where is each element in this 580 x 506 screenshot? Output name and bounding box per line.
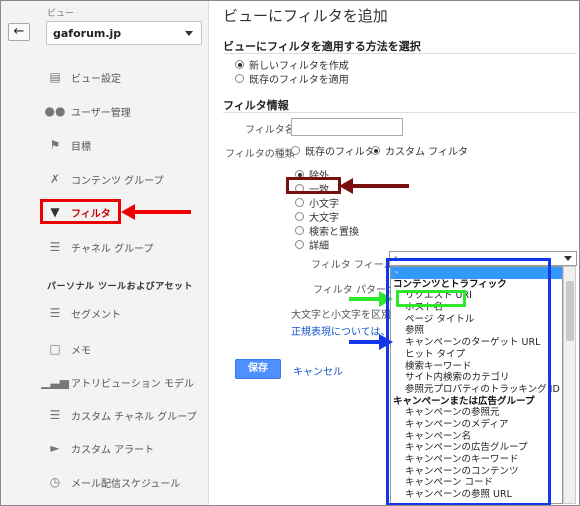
- divider: [223, 112, 577, 113]
- radio-label: 小文字: [309, 199, 339, 210]
- back-arrow-icon: ←: [13, 24, 25, 39]
- filter-info-heading: フィルタ情報: [223, 99, 289, 112]
- segment-icon: ☰: [49, 306, 61, 320]
- dropdown-scrollbar[interactable]: [563, 266, 576, 504]
- sidebar-item-annotations[interactable]: □ メモ: [47, 338, 91, 360]
- channel-icon: ☰: [49, 408, 61, 422]
- sidebar-item-label: ビュー設定: [71, 73, 121, 85]
- sidebar-item-label: チャネル グループ: [71, 243, 154, 255]
- scrollbar-thumb[interactable]: [566, 281, 574, 341]
- flag-icon: ⚑: [49, 138, 61, 152]
- back-button[interactable]: ←: [8, 23, 30, 41]
- filter-name-input[interactable]: [291, 118, 403, 136]
- annotation-filter-box: [40, 199, 121, 224]
- users-icon: ●●: [44, 104, 66, 118]
- sidebar-item-label: ユーザー管理: [71, 107, 131, 119]
- sidebar-item-label: 目標: [71, 141, 91, 153]
- bar-chart-icon: ▁▃▅: [41, 375, 69, 389]
- annotation-red-arrow: [121, 204, 191, 220]
- document-icon: ▤: [49, 70, 61, 84]
- view-selector[interactable]: gaforum.jp: [46, 21, 202, 45]
- cancel-link[interactable]: キャンセル: [293, 363, 343, 378]
- clock-icon: ◷: [49, 475, 61, 489]
- sidebar-item-scheduled-emails[interactable]: ◷ メール配信スケジュール: [47, 471, 181, 493]
- radio-label: カスタム フィルタ: [385, 147, 468, 158]
- sidebar-item-label: コンテンツ グループ: [71, 175, 164, 187]
- page-title: ビューにフィルタを追加: [223, 7, 388, 25]
- radio-label: 詳細: [309, 241, 329, 252]
- radio-button[interactable]: [295, 226, 304, 235]
- channel-icon: ☰: [49, 240, 61, 254]
- filter-name-label: フィルタ名: [245, 125, 295, 136]
- radio-button[interactable]: [235, 60, 244, 69]
- radio-button[interactable]: [371, 146, 380, 155]
- annotation-include-box: [286, 177, 341, 194]
- radio-button[interactable]: [295, 198, 304, 207]
- radio-label: 既存のフィルタを適用: [249, 75, 349, 86]
- radio-button[interactable]: [291, 146, 300, 155]
- radio-label: 新しいフィルタを作成: [249, 61, 349, 72]
- sidebar-item-content-grouping[interactable]: ✗ コンテンツ グループ: [47, 168, 164, 190]
- sidebar-item-label: セグメント: [71, 309, 121, 321]
- radio-predefined-filter[interactable]: 既存のフィルタ: [291, 143, 375, 158]
- radio-uppercase[interactable]: 大文字: [295, 209, 339, 224]
- personal-tools-heading: パーソナル ツールおよびアセット: [47, 282, 193, 292]
- annotation-request-uri-box: [396, 290, 466, 307]
- filter-type-label: フィルタの種類: [225, 149, 295, 160]
- sidebar-item-custom-alerts[interactable]: ► カスタム アラート: [47, 437, 154, 459]
- annotation-blue-arrow: [349, 334, 393, 350]
- sidebar-item-label: カスタム アラート: [71, 444, 155, 456]
- case-sensitive-label: 大文字と小文字を区別: [291, 310, 391, 321]
- radio-lowercase[interactable]: 小文字: [295, 195, 339, 210]
- radio-search-replace[interactable]: 検索と置換: [295, 223, 359, 238]
- sidebar: ビュー gaforum.jp ▤ ビュー設定 ●● ユーザー管理 ⚑ 目標 ✗ …: [37, 1, 209, 505]
- annotation-dark-red-arrow: [339, 178, 409, 194]
- divider: [223, 53, 577, 54]
- apply-method-heading: ビューにフィルタを適用する方法を選択: [223, 40, 421, 53]
- tool-icon: ✗: [49, 172, 61, 186]
- sidebar-item-user-management[interactable]: ●● ユーザー管理: [44, 100, 131, 122]
- radio-label: 既存のフィルタ: [305, 147, 375, 158]
- radio-existing-filter[interactable]: 既存のフィルタを適用: [235, 71, 349, 86]
- save-button[interactable]: 保存: [235, 359, 281, 379]
- sidebar-item-goals[interactable]: ⚑ 目標: [47, 134, 91, 156]
- sidebar-item-label: カスタム チャネル グループ: [71, 411, 197, 423]
- annotation-green-arrow: [349, 291, 393, 307]
- view-label: ビュー: [47, 9, 75, 19]
- radio-button[interactable]: [295, 212, 304, 221]
- radio-button[interactable]: [295, 240, 304, 249]
- radio-custom-filter[interactable]: カスタム フィルタ: [371, 143, 468, 158]
- comment-icon: □: [49, 342, 61, 356]
- radio-advanced[interactable]: 詳細: [295, 237, 329, 252]
- sidebar-item-segments[interactable]: ☰ セグメント: [47, 302, 121, 324]
- sidebar-item-label: メール配信スケジュール: [71, 478, 181, 490]
- sidebar-item-channel-grouping[interactable]: ☰ チャネル グループ: [47, 236, 154, 258]
- sidebar-item-label: メモ: [71, 345, 91, 357]
- radio-new-filter[interactable]: 新しいフィルタを作成: [235, 57, 349, 72]
- sidebar-item-label: アトリビューション モデル: [71, 378, 194, 390]
- sidebar-item-attribution-models[interactable]: ▁▃▅ アトリビューション モデル: [41, 371, 194, 393]
- megaphone-icon: ►: [50, 441, 60, 455]
- view-selector-value: gaforum.jp: [53, 27, 122, 40]
- radio-button[interactable]: [235, 74, 244, 83]
- radio-label: 大文字: [309, 213, 339, 224]
- sidebar-item-view-settings[interactable]: ▤ ビュー設定: [47, 66, 121, 88]
- radio-label: 検索と置換: [309, 227, 359, 238]
- window: ← ビュー gaforum.jp ▤ ビュー設定 ●● ユーザー管理 ⚑ 目標 …: [0, 0, 580, 506]
- left-gutter: ←: [1, 1, 37, 505]
- chevron-down-icon: [564, 256, 572, 261]
- chevron-down-icon: [185, 31, 193, 36]
- sidebar-item-custom-channel-grouping[interactable]: ☰ カスタム チャネル グループ: [47, 404, 197, 426]
